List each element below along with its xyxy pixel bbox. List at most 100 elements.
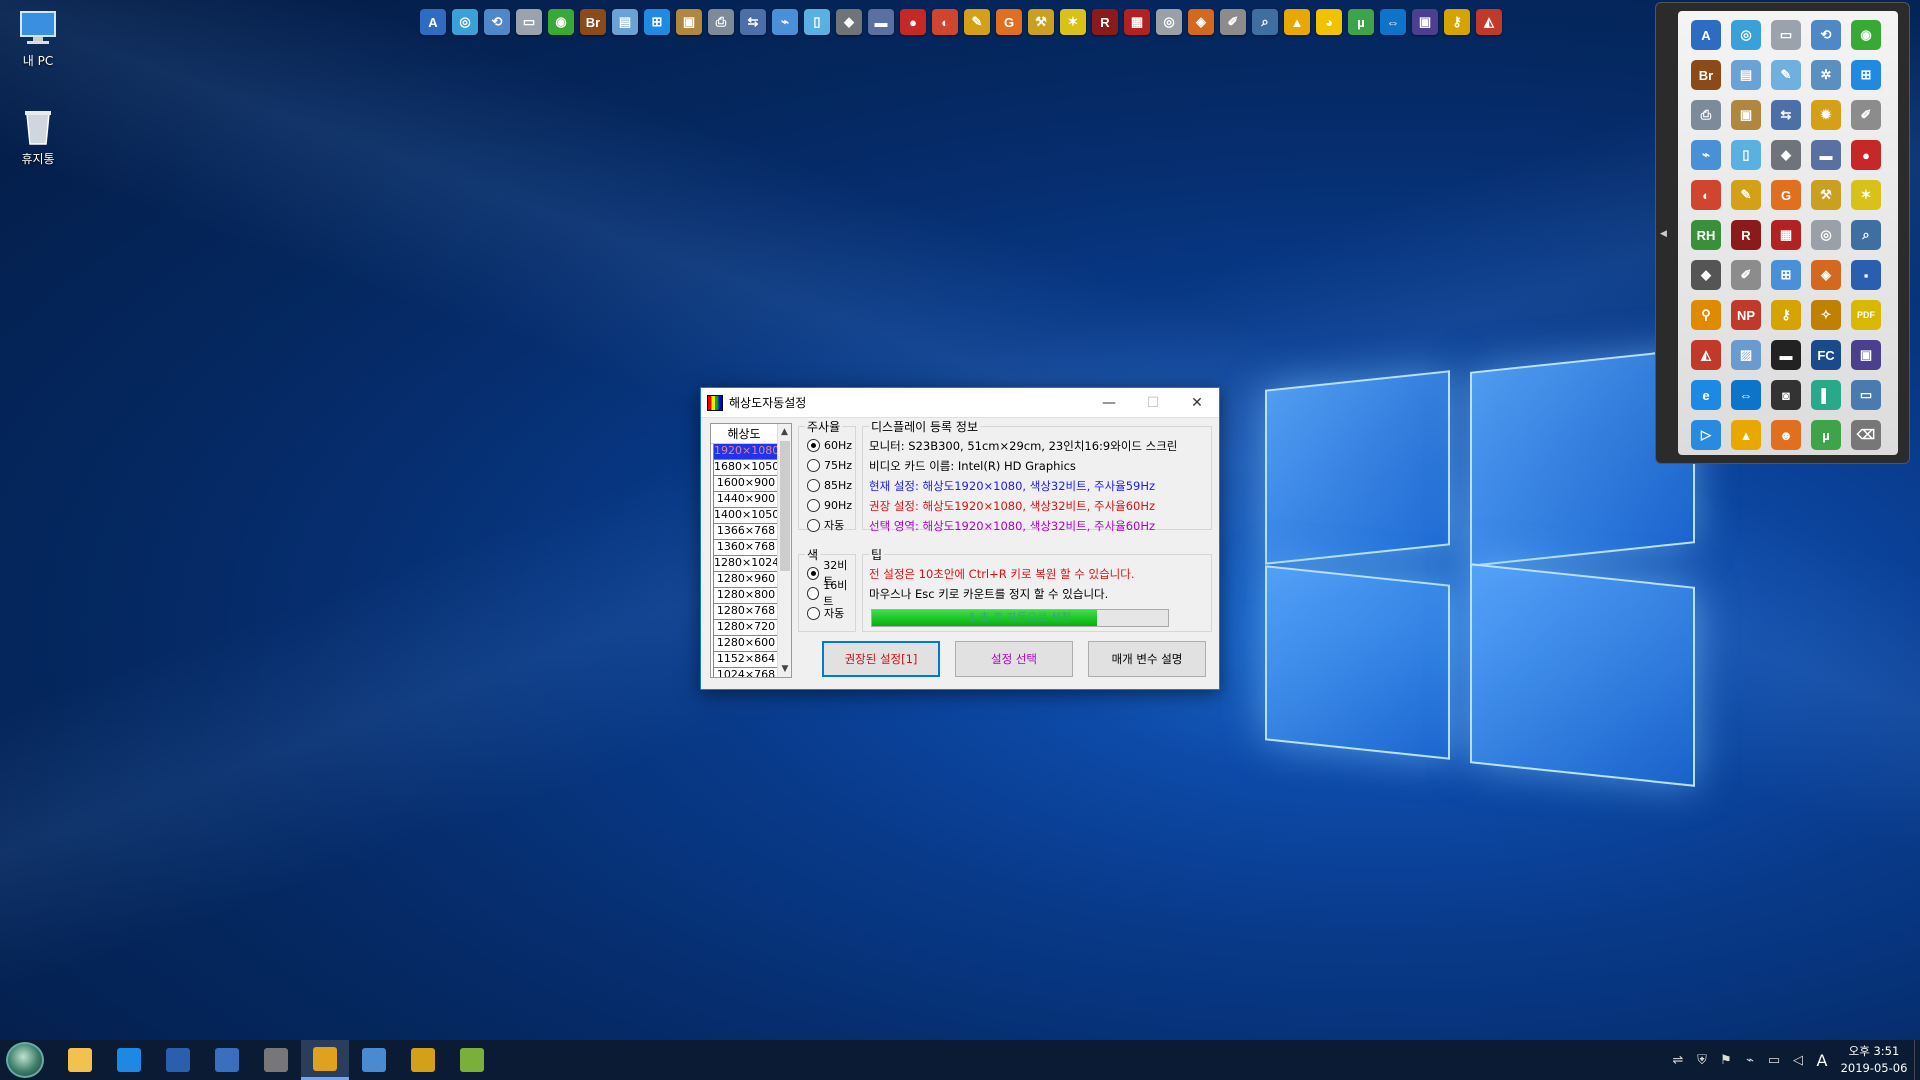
flag-icon[interactable]: ⚑ [1714,1053,1738,1068]
pdf-icon[interactable]: PDF [1846,295,1886,335]
monitor-icon[interactable]: ▬ [1806,135,1846,175]
package-icon[interactable]: ◈ [1185,6,1217,38]
bridge-icon[interactable]: Br [1686,55,1726,95]
fc-app-icon[interactable]: FC [1806,335,1846,375]
network-share-icon[interactable]: ⇌ [1666,1053,1690,1068]
triangle-icon[interactable]: ▲ [1726,415,1766,455]
monitor-icon[interactable]: ▬ [865,6,897,38]
backup-icon[interactable]: ⟲ [481,6,513,38]
remote-desktop-icon[interactable]: ▭ [1846,375,1886,415]
scroll-down-icon[interactable]: ▼ [778,661,791,677]
cleaner-icon[interactable]: ✐ [1846,95,1886,135]
show-desktop-button[interactable] [1914,1040,1920,1080]
g-app-icon[interactable]: G [993,6,1025,38]
key-icon[interactable]: ⚷ [1441,6,1473,38]
shield-icon[interactable]: ⛨ [1690,1053,1714,1068]
resolution-item[interactable]: 1280×800 [713,588,779,604]
pen-icon[interactable]: ✐ [1726,255,1766,295]
recommended-settings-button[interactable]: 권장된 설정[1] [822,641,940,677]
taskbar-resolution-app-button[interactable] [301,1040,349,1080]
tools-icon[interactable]: ✎ [961,6,993,38]
resolution-item[interactable]: 1152×864 [713,652,779,668]
dock-collapse-arrow-icon[interactable]: ◀ [1660,229,1667,239]
resolution-item[interactable]: 1280×1024 [713,556,779,572]
windows-icon[interactable]: ⊞ [641,6,673,38]
ladybug-icon[interactable]: ● [1846,135,1886,175]
screen-icon[interactable]: ▬ [1766,335,1806,375]
triangle-icon[interactable]: ▲ [1281,6,1313,38]
parameters-help-button[interactable]: 매개 변수 설명 [1088,641,1206,677]
printer-icon[interactable]: ⎙ [1686,95,1726,135]
gear-icon[interactable]: ✲ [1806,55,1846,95]
clock[interactable]: 오후 3:51 2019-05-06 [1834,1043,1914,1077]
wand-icon[interactable]: ✧ [1806,295,1846,335]
taskbar-ie-button[interactable] [105,1040,153,1080]
puzzle-icon[interactable]: ▦ [1766,215,1806,255]
cd-icon[interactable]: ◎ [1153,6,1185,38]
taskbar-floppy-button[interactable] [154,1040,202,1080]
ladybug-icon[interactable]: ● [897,6,929,38]
r-app-icon[interactable]: R [1089,6,1121,38]
search-disk-icon[interactable]: ⌕ [1846,215,1886,255]
a-app-icon[interactable]: A [417,6,449,38]
resolution-list-scrollbar[interactable]: ▲ ▼ [777,424,791,677]
resolution-item[interactable]: 1400×1050 [713,508,779,524]
network-icon[interactable]: ⇆ [737,6,769,38]
key-icon[interactable]: ⚷ [1766,295,1806,335]
dialog-titlebar[interactable]: 해상도자동설정 — ☐ ✕ [701,388,1219,418]
parrot-icon[interactable]: ◐ [1686,175,1726,215]
ime-indicator[interactable]: A [1810,1051,1834,1070]
stars-icon[interactable]: ✶ [1057,6,1089,38]
resolution-item[interactable]: 1360×768 [713,540,779,556]
taskbar-network-config-button[interactable] [203,1040,251,1080]
pen-icon[interactable]: ✐ [1217,6,1249,38]
np-app-icon[interactable]: NP [1726,295,1766,335]
disk-icon[interactable]: ◎ [1726,15,1766,55]
chip-icon[interactable]: ▣ [1409,6,1441,38]
drive-icon[interactable]: ▭ [513,6,545,38]
page-icon[interactable]: ▯ [801,6,833,38]
resolution-item[interactable]: 1280×960 [713,572,779,588]
umbrella-icon[interactable]: ◭ [1686,335,1726,375]
stack-icon[interactable]: ▤ [1726,55,1766,95]
cd-icon[interactable]: ◎ [1806,215,1846,255]
refresh-rate-radio[interactable]: 60Hz [807,435,852,455]
diamond-icon[interactable]: ◆ [1686,255,1726,295]
desktop-icon-recycle-bin[interactable]: 휴지통 [0,108,78,167]
camera-icon[interactable]: ◙ [1766,375,1806,415]
usb-icon[interactable]: ⌁ [1686,135,1726,175]
panel-icon[interactable]: ▌ [1806,375,1846,415]
rh-app-icon[interactable]: RH [1686,215,1726,255]
color-depth-radio[interactable]: 16비트 [807,579,855,608]
teamviewer-icon[interactable]: ⇔ [1377,6,1409,38]
start-button[interactable] [6,1042,44,1078]
refresh-rate-radio[interactable]: 75Hz [807,455,852,475]
search-disk-icon[interactable]: ⌕ [1249,6,1281,38]
hdd-green-icon[interactable]: ◉ [545,6,577,38]
ie-icon[interactable]: e [1686,375,1726,415]
usb-icon[interactable]: ⌁ [769,6,801,38]
taskbar-remote-desktop-button[interactable] [350,1040,398,1080]
refresh-rate-radio[interactable]: 85Hz [807,475,852,495]
parrot-icon[interactable]: ◐ [929,6,961,38]
hdd-green-icon[interactable]: ◉ [1846,15,1886,55]
stars-icon[interactable]: ✶ [1846,175,1886,215]
usb-icon[interactable]: ⌁ [1738,1053,1762,1068]
play-icon[interactable]: ▷ [1686,415,1726,455]
volume-icon[interactable]: ◁ [1786,1053,1810,1068]
diamond-icon[interactable]: ◆ [833,6,865,38]
floppy-icon[interactable]: ▪ [1846,255,1886,295]
tools-icon[interactable]: ✎ [1726,175,1766,215]
select-settings-button[interactable]: 설정 선택 [955,641,1073,677]
diamond-icon[interactable]: ◆ [1766,135,1806,175]
resolution-item[interactable]: 1024×768 [713,668,779,677]
taskbar-r-app-button[interactable] [399,1040,447,1080]
utorrent-icon[interactable]: µ [1345,6,1377,38]
windows-icon[interactable]: ⊞ [1846,55,1886,95]
network-icon[interactable]: ⇆ [1766,95,1806,135]
taskbar-cherry-button[interactable] [448,1040,496,1080]
resolution-item[interactable]: 1366×768 [713,524,779,540]
pacman-icon[interactable]: ◕ [1313,6,1345,38]
backup-icon[interactable]: ⟲ [1806,15,1846,55]
trash-icon[interactable]: ⌫ [1846,415,1886,455]
